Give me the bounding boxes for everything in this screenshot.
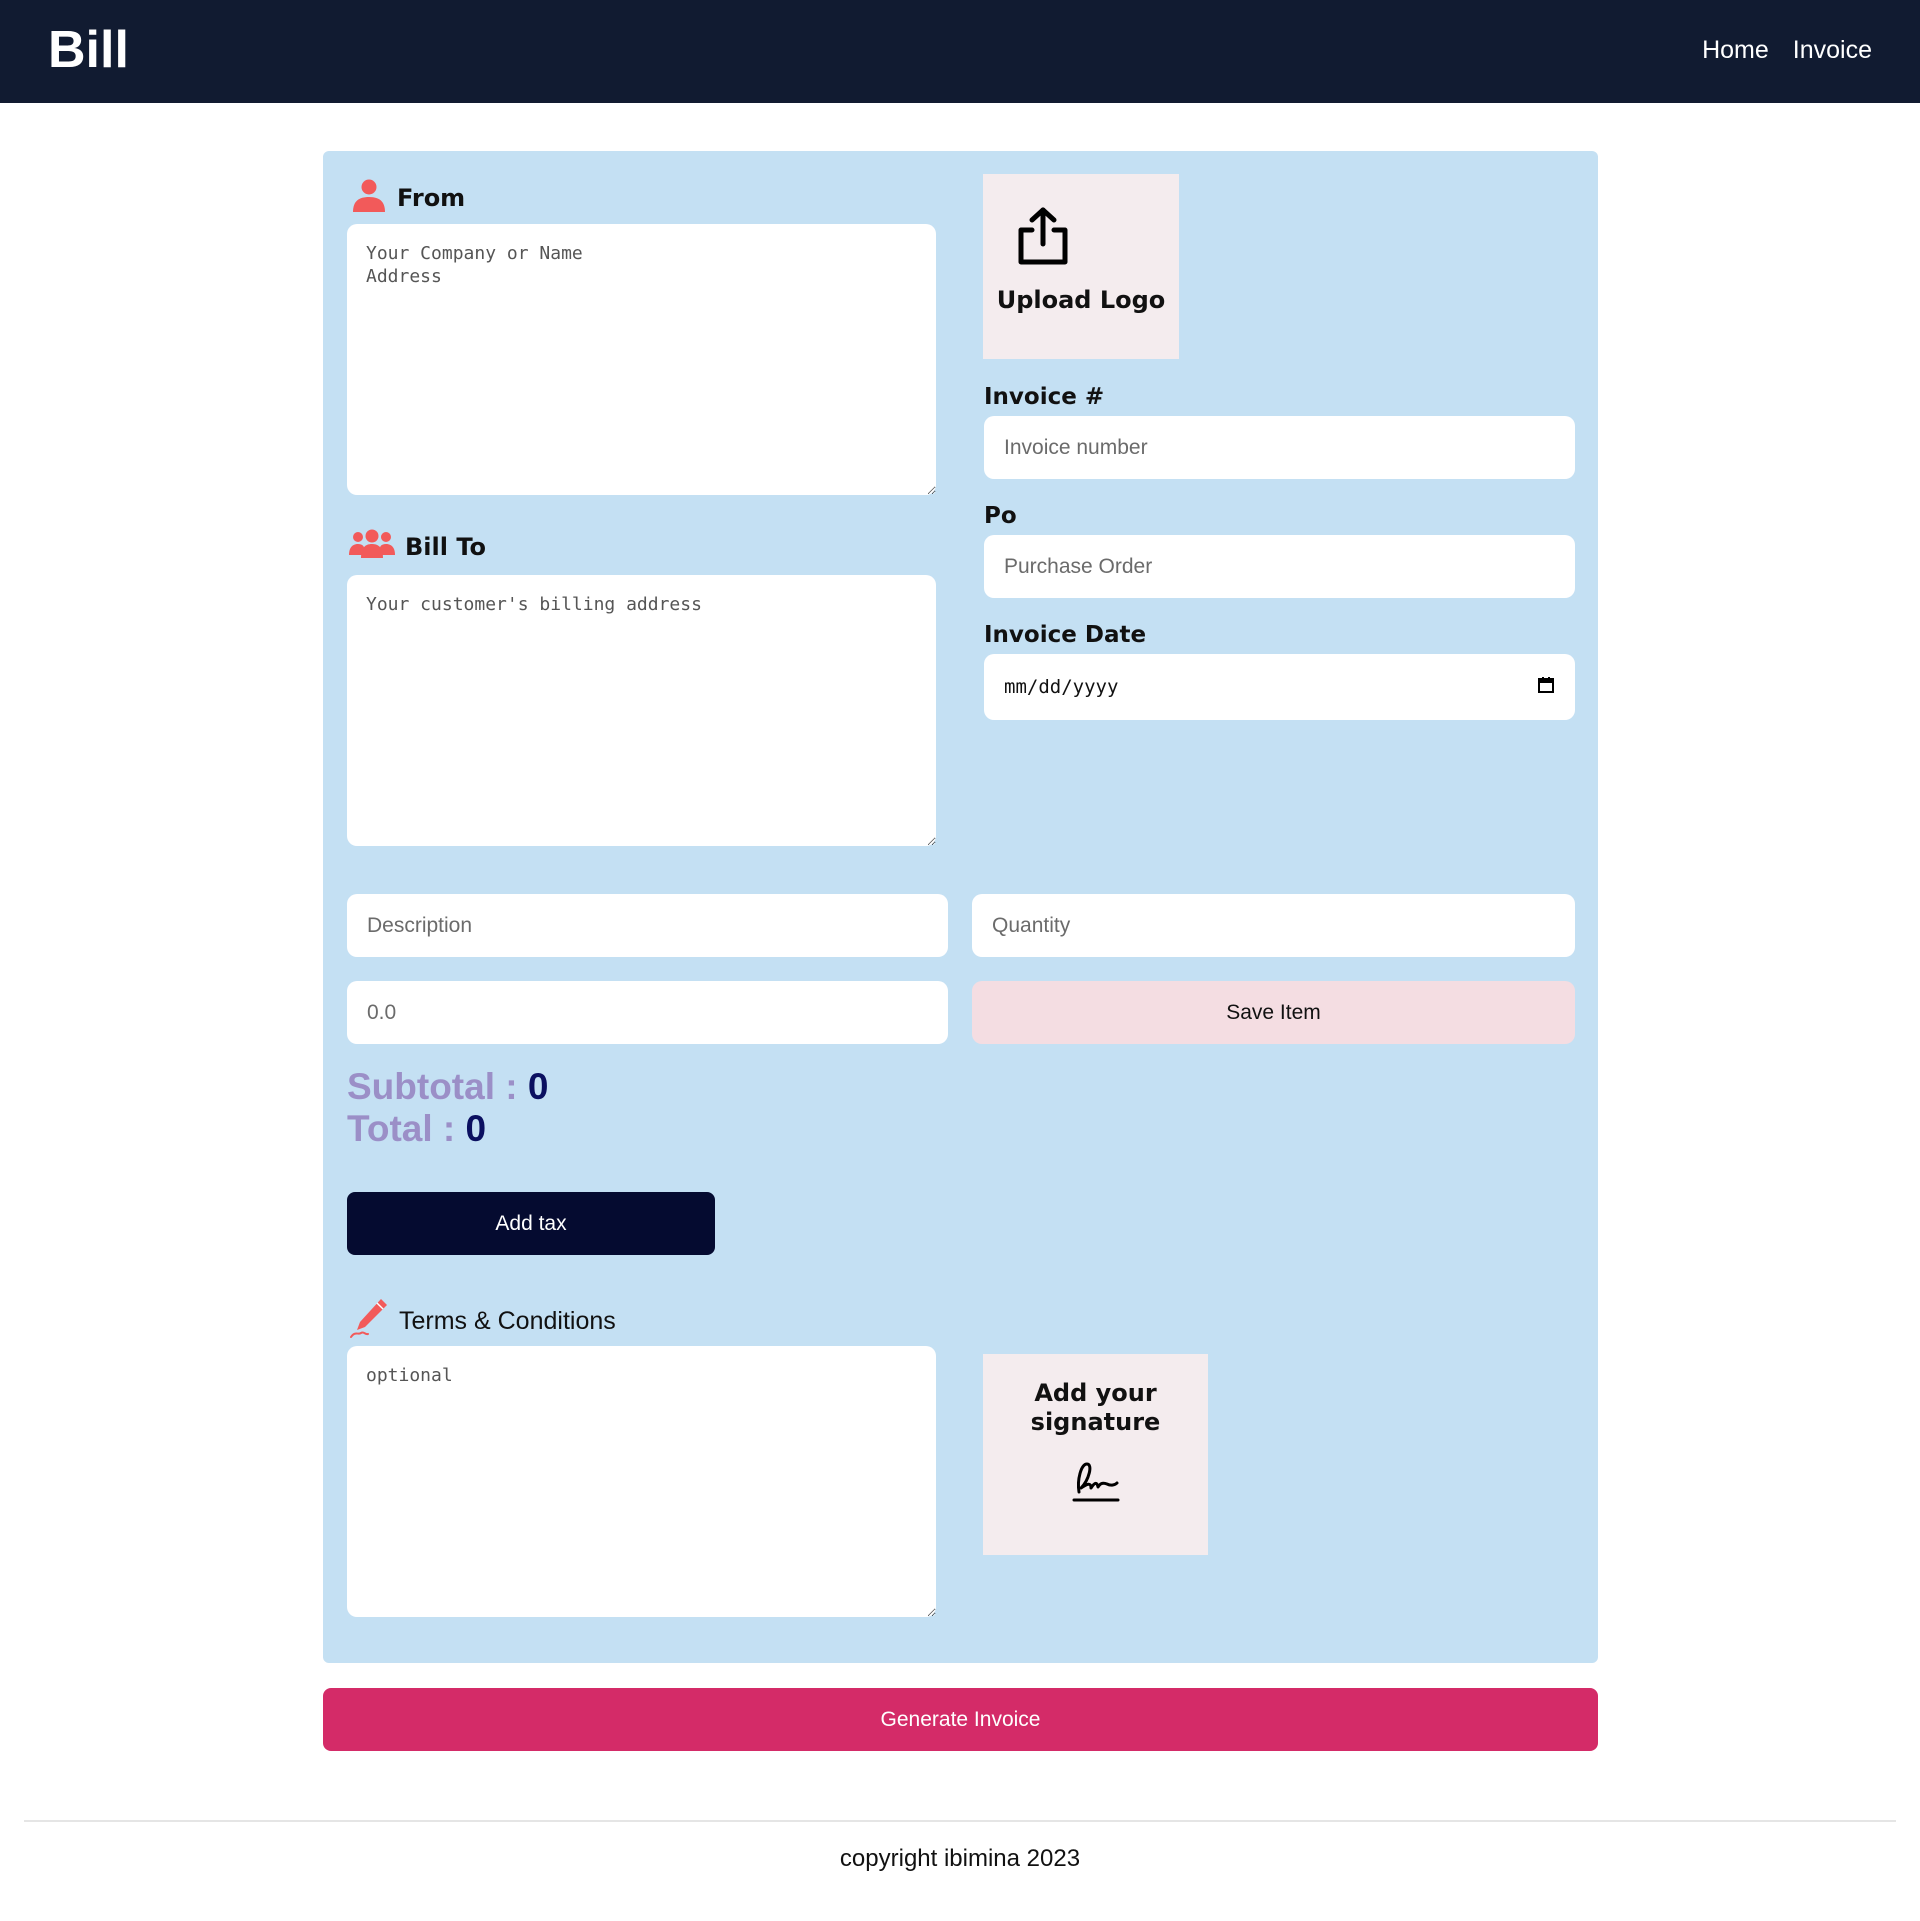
price-input[interactable] [347, 981, 948, 1044]
total-value: 0 [465, 1108, 487, 1149]
bill-to-label-row: Bill To [349, 529, 486, 565]
generate-invoice-button[interactable]: Generate Invoice [323, 1688, 1598, 1751]
save-item-button[interactable]: Save Item [972, 981, 1575, 1044]
group-icon [349, 529, 395, 565]
upload-logo-button[interactable]: Upload Logo [983, 174, 1179, 359]
po-label: Po [984, 503, 1017, 529]
total-label: Total : [347, 1108, 466, 1149]
invoice-date-input[interactable]: mm/dd/yyyy [984, 654, 1575, 720]
terms-textarea[interactable] [347, 1346, 936, 1617]
calendar-icon[interactable] [1537, 676, 1555, 699]
quantity-input[interactable] [972, 894, 1575, 957]
totals-block: Subtotal : 0 Total : 0 [347, 1066, 548, 1150]
signature-icon [1071, 1458, 1121, 1509]
subtotal-row: Subtotal : 0 [347, 1066, 548, 1108]
invoice-date-value: mm/dd/yyyy [1004, 676, 1119, 698]
from-textarea[interactable] [347, 224, 936, 495]
upload-logo-label: Upload Logo [996, 286, 1166, 314]
invoice-date-label: Invoice Date [984, 622, 1147, 648]
bill-to-label: Bill To [405, 533, 486, 561]
nav-links: Home Invoice [1702, 36, 1872, 65]
terms-label-row: Terms & Conditions [349, 1297, 616, 1346]
nav-link-invoice[interactable]: Invoice [1793, 36, 1872, 65]
top-navbar: Bill Home Invoice [0, 0, 1920, 103]
brand-logo[interactable]: Bill [48, 20, 129, 80]
invoice-form-card: From Bill To Upload Logo Inv [323, 151, 1598, 1663]
upload-icon [1013, 206, 1073, 271]
from-label: From [397, 184, 466, 212]
description-input[interactable] [347, 894, 948, 957]
add-tax-button[interactable]: Add tax [347, 1192, 715, 1255]
terms-label: Terms & Conditions [399, 1307, 616, 1335]
bill-to-textarea[interactable] [347, 575, 936, 846]
po-input[interactable] [984, 535, 1575, 598]
nav-link-home[interactable]: Home [1702, 36, 1769, 65]
footer-copyright: copyright ibimina 2023 [839, 1845, 1081, 1872]
footer-divider [24, 1820, 1896, 1822]
from-label-row: From [351, 177, 465, 219]
subtotal-value: 0 [527, 1066, 549, 1107]
subtotal-label: Subtotal : [347, 1066, 528, 1107]
total-row: Total : 0 [347, 1108, 548, 1150]
add-signature-button[interactable]: Add your signature [983, 1354, 1208, 1555]
signature-label: Add your signature [1030, 1379, 1161, 1436]
pen-icon [349, 1297, 389, 1346]
invoice-number-label: Invoice # [984, 384, 1105, 410]
person-icon [351, 177, 387, 219]
invoice-number-input[interactable] [984, 416, 1575, 479]
